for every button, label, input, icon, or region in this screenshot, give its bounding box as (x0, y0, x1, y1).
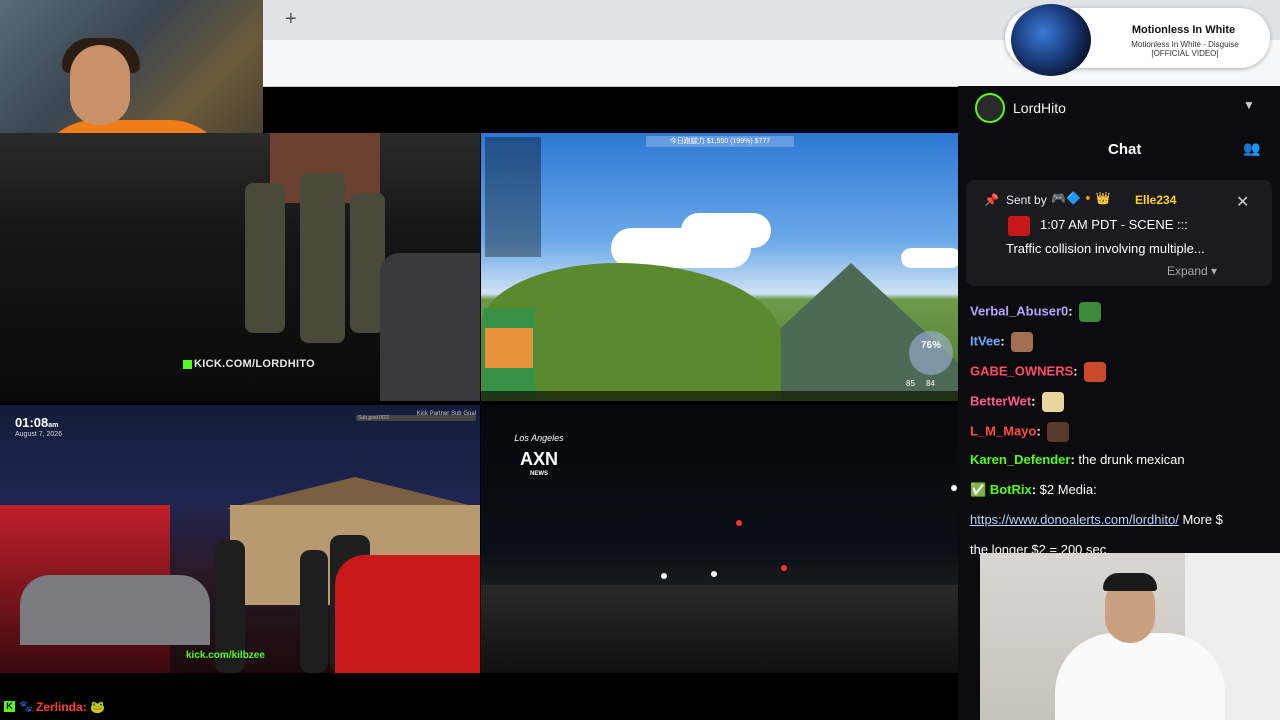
overlay-chat-line: K 🐾 Zerlinda: 🐸 (0, 698, 480, 720)
new-tab-button[interactable]: + (285, 8, 297, 31)
overlay-stats: 85 84 (906, 379, 935, 388)
pinned-author[interactable]: Elle234 (1135, 193, 1176, 207)
chat-username: Zerlinda: 🐸 (36, 700, 105, 714)
now-playing-track: Motionless In White - Disguise [OFFICIAL… (1131, 40, 1239, 58)
kick-watermark: kick.com/kilbzee (186, 650, 265, 661)
video-panel-bottomright[interactable]: Los Angeles AXN NEWS (481, 405, 958, 673)
bot-badge-icon: ✅ (970, 482, 987, 497)
pin-icon: 📌 (984, 193, 999, 207)
chat-message: Verbal_Abuser0: (970, 302, 1101, 322)
video-panel-topright[interactable]: 今日跑腿力 $1,550 (199%) $777 76% 85 84 (481, 133, 958, 401)
overlay-clock: 01:08am (15, 415, 59, 430)
chat-message: ItVee: (970, 332, 1033, 352)
pinned-message[interactable]: 📌 Sent by 🎮🔷🔸👑 Elle234 ✕ 1:07 AM PDT - S… (966, 180, 1272, 286)
chat-message: GABE_OWNERS: (970, 362, 1106, 382)
emote-icon (1083, 362, 1106, 382)
chat-message: BetterWet: (970, 392, 1064, 412)
chat-message: ✅ BotRix: $2 Media: (970, 482, 1097, 497)
guest-webcam (980, 553, 1280, 720)
close-icon[interactable]: ✕ (1236, 192, 1249, 212)
now-playing-artist: Motionless In White (1131, 24, 1236, 36)
chevron-down-icon[interactable]: ▼ (1243, 98, 1255, 112)
users-icon[interactable]: 👥 (1243, 140, 1260, 157)
sub-goal-bar: Sub goal 0/22 (356, 415, 476, 421)
scene-icon (1008, 216, 1030, 236)
channel-name[interactable]: LordHito (1013, 100, 1066, 116)
overlay-percent-badge: 76% (909, 331, 953, 375)
overlay-ticker (481, 391, 958, 401)
chat-message: https://www.donoalerts.com/lordhito/ Mor… (970, 512, 1223, 527)
axn-news-logo: Los Angeles AXN NEWS (514, 433, 564, 477)
badge-icon: 🐾 (19, 701, 33, 713)
stream-top-banner: 今日跑腿力 $1,550 (199%) $777 (646, 136, 794, 147)
emote-icon (1078, 302, 1101, 322)
emote-icon (1010, 332, 1033, 352)
now-playing-card[interactable]: Motionless In White Motionless In White … (1005, 4, 1270, 76)
chat-message: Karen_Defender: the drunk mexican (970, 452, 1185, 467)
channel-avatar[interactable] (975, 93, 1005, 123)
donation-link[interactable]: https://www.donoalerts.com/lordhito/ (970, 512, 1179, 527)
kick-watermark: KICK.COM/LORDHITO (183, 358, 315, 370)
overlay-date: August 7, 2026 (15, 431, 63, 438)
stream-overlay-hud (485, 137, 541, 257)
expand-button[interactable]: Expand ▾ (1167, 264, 1217, 278)
pinned-line2: Traffic collision involving multiple... (1006, 241, 1205, 256)
emote-icon (1041, 392, 1064, 412)
album-art-icon (1011, 4, 1091, 76)
kick-icon: K (4, 701, 15, 712)
chat-title: Chat (1108, 141, 1142, 158)
chat-message: L_M_Mayo: (970, 422, 1069, 442)
emote-icon (1046, 422, 1069, 442)
badge-icons: 🎮🔷🔸👑 (1051, 191, 1111, 205)
pinned-sent-by: Sent by (1006, 193, 1047, 207)
video-panel-bottomleft[interactable]: 01:08am August 7, 2026 Kick Partner Sub … (0, 405, 480, 673)
pinned-line1: 1:07 AM PDT - SCENE ::: (1040, 217, 1188, 232)
